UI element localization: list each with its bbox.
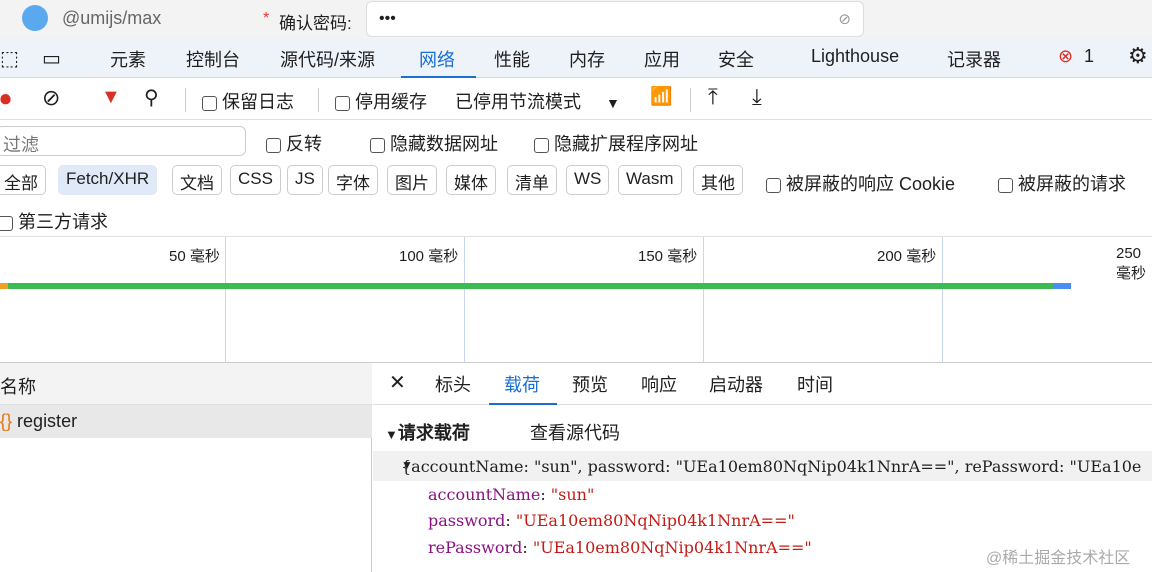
payload-field: rePassword: "UEa10em80NqNip04k1NnrA==" [428,538,812,557]
timing-bar-waiting [8,283,1053,289]
payload-field: accountName: "sun" [428,485,595,504]
network-toolbar: ⏺ ⊘ ▼ ⚲ 保留日志 停用缓存 已停用节流模式 ▼ 📶 ⤒ ⤓ [0,78,1152,120]
hide-data-urls-checkbox[interactable]: 隐藏数据网址 [370,130,498,156]
view-source-link[interactable]: 查看源代码 [530,419,620,445]
third-party-checkbox[interactable]: 第三方请求 [0,208,108,234]
required-mark: * [263,10,270,27]
close-icon[interactable]: ✕ [389,370,406,395]
hide-extension-urls-checkbox[interactable]: 隐藏扩展程序网址 [534,130,698,156]
import-har-icon[interactable]: ⤒ [708,84,718,110]
type-filter-1[interactable]: Fetch/XHR [58,165,158,195]
tab-headers[interactable]: 标头 [435,371,471,397]
disable-cache-checkbox[interactable]: 停用缓存 [335,88,427,114]
tab-sources[interactable]: 源代码/来源 [280,46,375,72]
timeline-overview[interactable]: 50 毫秒 100 毫秒 150 毫秒 200 毫秒 250 毫秒 [0,236,1152,363]
detail-tabs: ✕ 标头 载荷 预览 响应 启动器 时间 [373,363,1152,405]
payload-section-header[interactable]: ▼请求载荷 [385,419,470,445]
name-column-header[interactable]: 名称 [0,363,372,405]
confirm-password-label: 确认密码: [279,14,352,33]
timing-bar-queue [0,283,8,289]
filter-input[interactable]: 过滤 [0,126,246,156]
type-filter-7[interactable]: 媒体 [446,165,496,195]
blocked-requests-checkbox[interactable]: 被屏蔽的请求 [998,170,1126,196]
preserve-log-checkbox[interactable]: 保留日志 [202,88,294,114]
search-icon[interactable]: ⚲ [144,85,159,110]
password-value: ••• [379,10,396,27]
eye-hidden-icon[interactable]: ⊘ [838,10,851,28]
network-panel: 名称 {} register ✕ 标头 载荷 预览 响应 启动器 时间 ▼请求载… [0,362,1152,572]
timeline-tick: 250 毫秒 [1116,245,1147,282]
type-filter-11[interactable]: 其他 [693,165,743,195]
tab-security[interactable]: 安全 [718,46,754,72]
type-filter-8[interactable]: 清单 [507,165,557,195]
timeline-tick: 50 毫秒 [169,248,220,265]
logo-icon [22,5,48,31]
settings-gear-icon[interactable]: ⚙ [1128,43,1148,69]
error-count[interactable]: 1 [1084,46,1094,67]
fetch-icon: {} [0,411,13,431]
blocked-cookies-checkbox[interactable]: 被屏蔽的响应 Cookie [766,170,955,196]
request-row[interactable]: {} register [0,405,372,438]
tab-recorder[interactable]: 记录器 [947,46,1001,72]
payload-field: password: "UEa10em80NqNip04k1NnrA==" [428,511,795,530]
tab-response[interactable]: 响应 [641,371,677,397]
page-header: @umijs/max * 确认密码: ••• ⊘ [0,0,1152,38]
tab-network[interactable]: 网络 [419,46,455,72]
timeline-tick: 100 毫秒 [399,248,459,265]
dropdown-arrow-icon: ▼ [606,95,620,111]
timeline-tick: 150 毫秒 [638,248,698,265]
tab-application[interactable]: 应用 [644,46,680,72]
type-filter-0[interactable]: 全部 [0,165,46,195]
tab-payload[interactable]: 载荷 [504,371,540,397]
type-filter-4[interactable]: JS [287,165,323,195]
type-filter-10[interactable]: Wasm [618,165,682,195]
type-filter-6[interactable]: 图片 [387,165,437,195]
invert-checkbox[interactable]: 反转 [266,130,322,156]
tab-performance[interactable]: 性能 [494,46,530,72]
devtools-tabs: ⬚ ▭ 元素 控制台 源代码/来源 网络 性能 内存 应用 安全 Lightho… [0,38,1152,78]
tab-timing[interactable]: 时间 [797,371,833,397]
type-filter-9[interactable]: WS [566,165,610,195]
throttle-select[interactable]: 已停用节流模式 ▼ [455,88,620,114]
inspect-icon[interactable]: ⬚ [0,46,19,71]
tab-lighthouse[interactable]: Lighthouse [811,46,899,67]
filter-icon[interactable]: ▼ [101,86,121,109]
type-filter-2[interactable]: 文档 [172,165,222,195]
record-stop-icon[interactable]: ⏺ [0,86,11,112]
device-toolbar-icon[interactable]: ▭ [42,46,61,71]
request-name: register [17,411,78,431]
export-har-icon[interactable]: ⤓ [752,84,762,110]
timing-bar-download [1053,283,1071,289]
tab-console[interactable]: 控制台 [186,46,240,72]
tab-elements[interactable]: 元素 [110,46,146,72]
error-icon[interactable]: ⊗ [1058,46,1073,67]
tab-memory[interactable]: 内存 [569,46,605,72]
timeline-tick: 200 毫秒 [877,248,937,265]
type-filter-5[interactable]: 字体 [328,165,378,195]
payload-summary[interactable]: {accountName: "sun", password: "UEa10em8… [373,451,1152,481]
package-name: @umijs/max [62,8,162,28]
network-conditions-icon[interactable]: 📶 [650,86,672,107]
request-detail: ✕ 标头 载荷 预览 响应 启动器 时间 ▼请求载荷 查看源代码 {accoun… [373,363,1152,572]
clear-icon[interactable]: ⊘ [42,85,60,111]
watermark: @稀土掘金技术社区 [986,550,1131,567]
request-list: 名称 {} register [0,363,372,572]
tab-preview[interactable]: 预览 [572,371,608,397]
confirm-password-input[interactable]: ••• ⊘ [366,1,864,37]
tab-initiator[interactable]: 启动器 [709,371,763,397]
type-filter-3[interactable]: CSS [230,165,281,195]
